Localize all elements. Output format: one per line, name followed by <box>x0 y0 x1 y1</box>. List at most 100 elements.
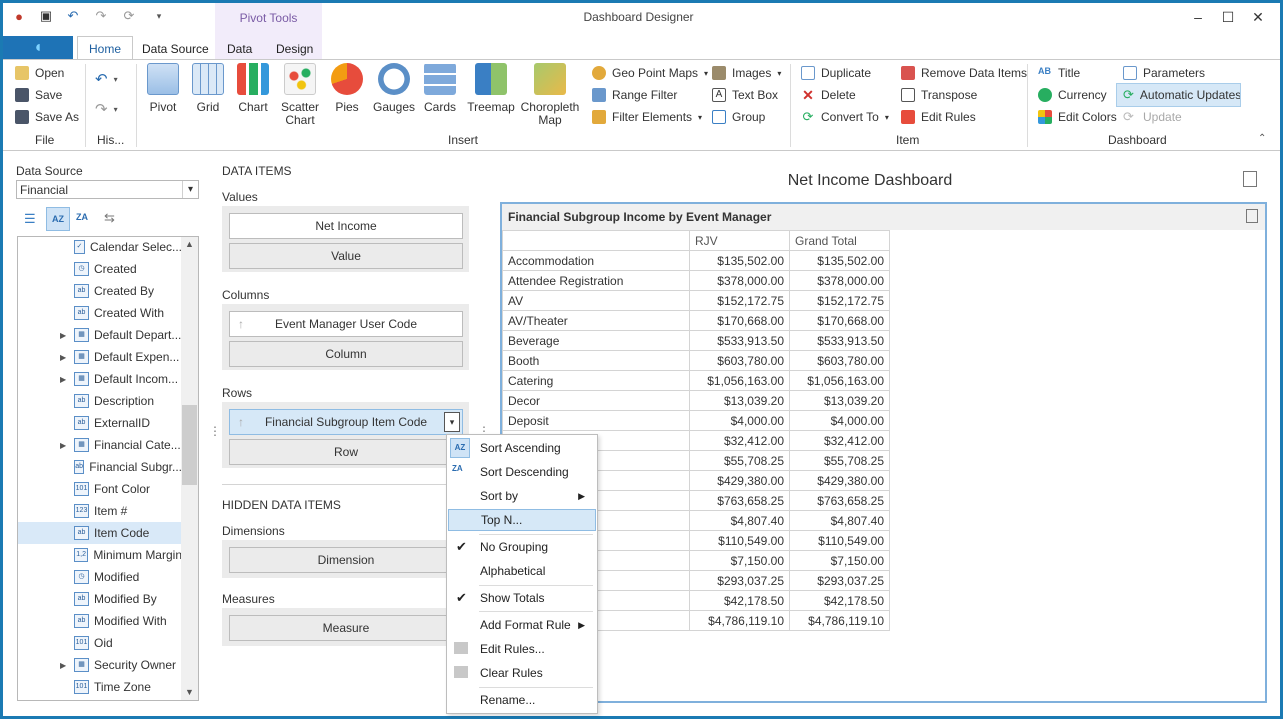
images-button[interactable]: Images ▾ <box>712 64 781 82</box>
geo-point-maps-button[interactable]: Geo Point Maps ▾ <box>592 64 708 82</box>
menu-no-grouping[interactable]: No Grouping <box>447 536 597 558</box>
columns-item-event-manager[interactable]: ↑ Event Manager User Code <box>229 311 463 337</box>
field-item[interactable]: 101 Time Zone <box>18 676 182 698</box>
text-box-button[interactable]: A Text Box <box>712 86 778 104</box>
menu-rename[interactable]: Rename... <box>447 689 597 711</box>
insert-gauges-button[interactable]: Gauges <box>372 63 416 114</box>
field-item[interactable]: ✓ Calendar Selec... <box>18 237 182 258</box>
refresh-fields-icon[interactable]: ⇆ <box>104 210 115 226</box>
field-item[interactable]: ab Modified With <box>18 610 182 632</box>
collapse-ribbon-icon[interactable]: ⌃ <box>1258 133 1266 144</box>
parameters-button[interactable]: Parameters <box>1123 64 1205 82</box>
field-item[interactable]: 1,2 Minimum Margin <box>18 544 182 566</box>
redo-button[interactable]: ↷ ▾ <box>95 100 118 118</box>
field-item[interactable]: 123 Item # <box>18 500 182 522</box>
scrollbar-thumb[interactable] <box>182 405 197 485</box>
edit-rules-button[interactable]: Edit Rules <box>901 108 976 126</box>
remove-data-items-button[interactable]: Remove Data Items <box>901 64 1027 82</box>
expand-icon[interactable]: ▶ <box>60 353 66 362</box>
splitter-grip-icon[interactable]: ⋮ <box>209 424 221 438</box>
group-by-type-icon[interactable]: ☰ <box>24 211 36 227</box>
range-filter-button[interactable]: Range Filter <box>592 86 677 104</box>
update-button[interactable]: ⟳ Update <box>1123 108 1182 126</box>
tab-data-source[interactable]: Data Source <box>142 42 209 56</box>
field-item[interactable]: ◷ Created <box>18 258 182 280</box>
menu-sort-descending[interactable]: Sort Descending <box>447 461 597 483</box>
field-list[interactable]: ✓ Calendar Selec... ◷ Created ab Created By ab… <box>17 236 199 701</box>
values-item-net-income[interactable]: Net Income <box>229 213 463 239</box>
item-menu-dropdown-icon[interactable]: ▾ <box>444 412 460 432</box>
menu-show-totals[interactable]: Show Totals <box>447 587 597 609</box>
menu-sort-by[interactable]: Sort by ▶ <box>447 485 597 507</box>
menu-alphabetical[interactable]: Alphabetical <box>447 560 597 582</box>
minimize-icon[interactable]: – <box>1188 9 1208 25</box>
group-button[interactable]: Group <box>712 108 765 126</box>
field-item[interactable]: 101 Font Color <box>18 478 182 500</box>
expand-icon[interactable]: ▶ <box>60 661 66 670</box>
chevron-down-icon[interactable]: ▾ <box>182 181 198 198</box>
field-item[interactable]: ▶ ▦ Security Owner <box>18 654 182 676</box>
duplicate-button[interactable]: Duplicate <box>801 64 871 82</box>
tab-data[interactable]: Data <box>227 42 252 56</box>
menu-clear-rules[interactable]: Clear Rules <box>447 662 597 684</box>
edit-colors-button[interactable]: Edit Colors <box>1038 108 1117 126</box>
insert-pies-button[interactable]: Pies <box>329 63 365 114</box>
automatic-updates-toggle[interactable]: ⟳ Automatic Updates <box>1116 83 1241 107</box>
dimensions-placeholder[interactable]: Dimension <box>229 547 463 573</box>
field-item[interactable]: ▶ ▦ Financial Cate... <box>18 434 182 456</box>
field-item[interactable]: ab Description <box>18 390 182 412</box>
scroll-up-icon[interactable]: ▲ <box>185 239 194 249</box>
filter-elements-button[interactable]: Filter Elements ▾ <box>592 108 702 126</box>
data-source-select[interactable]: Financial ▾ <box>16 180 199 199</box>
field-item[interactable]: 101 Oid <box>18 632 182 654</box>
scroll-down-icon[interactable]: ▼ <box>185 687 194 697</box>
field-item[interactable]: ◷ Modified <box>18 566 182 588</box>
close-icon[interactable]: ✕ <box>1248 9 1268 26</box>
application-menu-button[interactable]: ◖ <box>3 36 73 59</box>
sort-za-icon[interactable]: ZA <box>76 212 88 222</box>
expand-icon[interactable]: ▶ <box>60 375 66 384</box>
tab-design[interactable]: Design <box>276 42 313 56</box>
field-item[interactable]: ab Modified By <box>18 588 182 610</box>
title-button[interactable]: AB Title <box>1038 64 1080 82</box>
delete-button[interactable]: ✕ Delete <box>801 86 856 104</box>
open-button[interactable]: Open <box>15 64 64 82</box>
rows-placeholder[interactable]: Row <box>229 439 463 465</box>
columns-placeholder[interactable]: Column <box>229 341 463 367</box>
insert-scatter-chart-button[interactable]: Scatter Chart <box>278 63 322 127</box>
insert-grid-button[interactable]: Grid <box>190 63 226 114</box>
rows-item-financial-subgroup[interactable]: ↑ Financial Subgroup Item Code ▾ <box>229 409 463 435</box>
convert-to-button[interactable]: ⟳ Convert To ▾ <box>801 108 889 126</box>
insert-choropleth-map-button[interactable]: Choropleth Map <box>521 63 579 127</box>
insert-cards-button[interactable]: Cards <box>422 63 458 114</box>
insert-chart-button[interactable]: Chart <box>235 63 271 114</box>
field-item[interactable]: ab Created With <box>18 302 182 324</box>
field-item[interactable]: ▶ ▦ Default Depart... <box>18 324 182 346</box>
insert-pivot-button[interactable]: Pivot <box>144 63 182 114</box>
values-placeholder[interactable]: Value <box>229 243 463 269</box>
transpose-button[interactable]: Transpose <box>901 86 977 104</box>
currency-button[interactable]: Currency <box>1038 86 1107 104</box>
field-item[interactable]: ab Created By <box>18 280 182 302</box>
expand-icon[interactable]: ▶ <box>60 441 66 450</box>
sort-az-icon[interactable]: AZ <box>46 207 70 231</box>
export-item-icon[interactable] <box>1246 209 1258 223</box>
field-item[interactable]: ▶ ▦ Default Incom... <box>18 368 182 390</box>
tab-home[interactable]: Home <box>77 36 134 60</box>
field-item[interactable]: ab Financial Subgr... <box>18 456 182 478</box>
measures-placeholder[interactable]: Measure <box>229 615 463 641</box>
menu-add-format-rule[interactable]: Add Format Rule ▶ <box>447 614 597 636</box>
save-button[interactable]: Save <box>15 86 62 104</box>
field-item[interactable]: ab ExternalID <box>18 412 182 434</box>
insert-treemap-button[interactable]: Treemap <box>467 63 515 114</box>
field-item[interactable]: ▶ ▦ Default Expen... <box>18 346 182 368</box>
pivot-column-header[interactable]: Grand Total <box>789 230 890 251</box>
save-as-button[interactable]: Save As <box>15 108 79 126</box>
expand-icon[interactable]: ▶ <box>60 331 66 340</box>
maximize-icon[interactable]: ☐ <box>1218 9 1238 26</box>
undo-button[interactable]: ↶ ▾ <box>95 70 118 88</box>
export-dashboard-icon[interactable] <box>1243 171 1257 187</box>
field-item[interactable]: ab Item Code <box>18 522 182 544</box>
pivot-column-header[interactable]: RJV <box>689 230 790 251</box>
menu-sort-ascending[interactable]: Sort Ascending <box>447 437 597 459</box>
